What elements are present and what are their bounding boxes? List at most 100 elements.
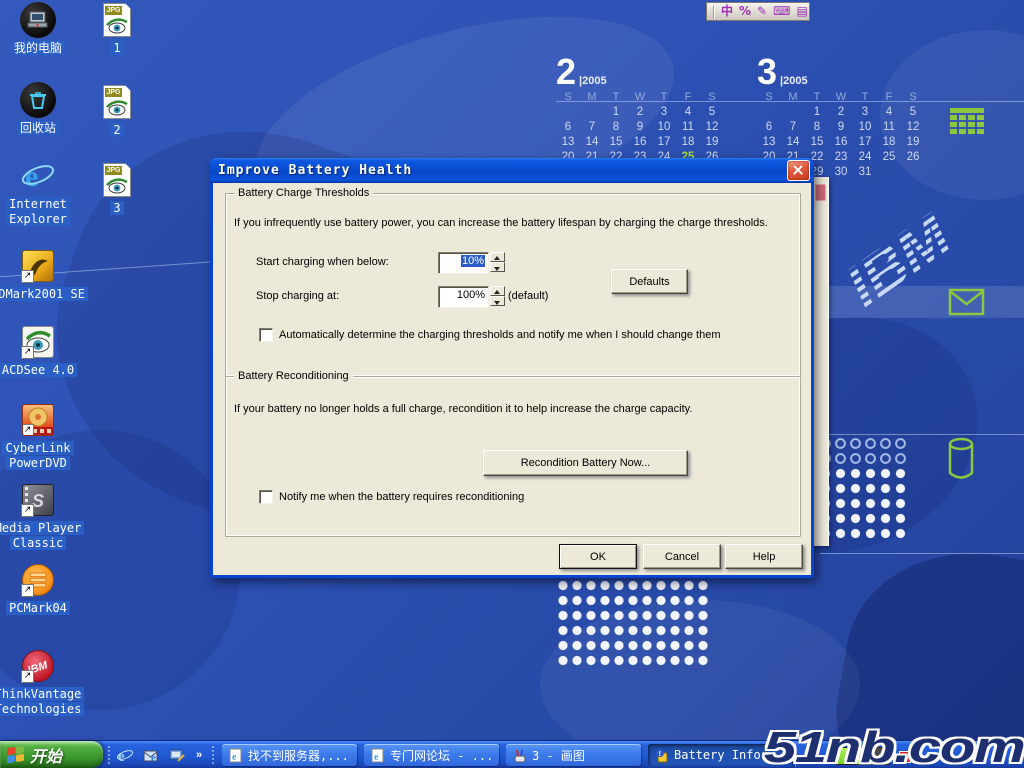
desktop-icon-jpg-2[interactable]: JPG 2 (67, 84, 167, 138)
quicklaunch-outlook-icon[interactable]: e (142, 746, 160, 764)
calendar-day: 5 (901, 106, 925, 121)
desktop-icon-jpg-3[interactable]: JPG 3 (67, 162, 167, 216)
auto-determine-checkbox-row: Automatically determine the charging thr… (259, 328, 720, 342)
calendar-day (580, 106, 604, 121)
quicklaunch-grip[interactable] (108, 746, 113, 764)
calendar-day: 12 (700, 121, 724, 136)
svg-text:e: e (151, 752, 156, 764)
battery-info-icon: ! (654, 748, 669, 763)
quicklaunch-show-desktop-icon[interactable] (168, 746, 186, 764)
calendar-weekday: M (580, 91, 604, 106)
calendar-day: 6 (556, 121, 580, 136)
tasks-grip[interactable] (212, 746, 217, 764)
stop-charging-label: Stop charging at: (256, 290, 339, 302)
calendar-day: 3 (652, 106, 676, 121)
quicklaunch-ie-icon[interactable]: e (116, 746, 134, 764)
calendar-day: 31 (853, 166, 877, 181)
defaults-button[interactable]: Defaults (611, 269, 688, 294)
calendar-day (781, 106, 805, 121)
taskbar-task-ie-forum[interactable]: e 专门网论坛 - ... (364, 744, 499, 766)
task-label: 3 - 画图 (532, 747, 585, 764)
start-spin-up-button[interactable] (490, 252, 505, 262)
wallpaper-line (820, 434, 1024, 435)
dialog-title: Improve Battery Health (218, 163, 787, 178)
desktop-icon-jpg-1[interactable]: JPG 1 (67, 2, 167, 56)
calendar-day: 7 (781, 121, 805, 136)
battery-cylinder-icon (947, 437, 979, 483)
background-window-button (815, 184, 826, 201)
chinese-input-icon[interactable]: 中 (721, 3, 733, 20)
input-mode-icon[interactable]: % (739, 3, 751, 20)
stop-threshold-value: 100% (457, 289, 485, 301)
internet-explorer-icon: e (20, 158, 56, 194)
envelope-icon (948, 288, 986, 316)
start-button[interactable]: 开始 (0, 741, 103, 768)
calendar-day: 4 (877, 106, 901, 121)
calendar-day: 25 (877, 151, 901, 166)
recondition-battery-now-button[interactable]: Recondition Battery Now... (483, 450, 688, 476)
taskbar-task-ie-server[interactable]: e 找不到服务器,... (222, 744, 357, 766)
wallpaper-line (820, 553, 1024, 554)
taskbar-task-battery-information[interactable]: ! Battery Infor... (648, 744, 783, 766)
desktop-icon-media-player-classic[interactable]: S ↗ Media Player Classic (0, 482, 88, 551)
recondition-group-description: If your battery no longer holds a full c… (234, 403, 794, 415)
start-label: 开始 (30, 743, 62, 767)
help-button[interactable]: Help (725, 544, 803, 569)
calendar-day: 16 (829, 136, 853, 151)
calendar-day: 15 (604, 136, 628, 151)
language-bar[interactable]: 中 % ✎ ⌨ ▤ (706, 2, 810, 21)
ok-button[interactable]: OK (559, 544, 637, 569)
desktop-icon-thinkvantage[interactable]: IBM ↗ ThinkVantage Technologies (0, 648, 88, 717)
calendar-day (901, 166, 925, 181)
task-label: 专门网论坛 - ... (390, 747, 493, 764)
calendar-day: 13 (757, 136, 781, 151)
calendar-day (556, 106, 580, 121)
stop-threshold-spinner: 100% (438, 286, 505, 306)
calendar-day: 14 (781, 136, 805, 151)
cancel-button[interactable]: Cancel (643, 544, 721, 569)
calendar-year: |2005 (579, 75, 607, 87)
desktop-icon-pcmark04[interactable]: ↗ PCMark04 (0, 562, 88, 616)
stop-spin-up-button[interactable] (490, 286, 505, 296)
language-bar-grip[interactable] (713, 6, 715, 18)
pcmark04-icon: ↗ (22, 564, 54, 596)
start-threshold-input[interactable]: 10% (438, 252, 489, 274)
quicklaunch-overflow-chevron[interactable]: » (192, 746, 206, 764)
battery-charge-thresholds-group: Battery Charge Thresholds If you infrequ… (225, 193, 801, 377)
calendar-weekday: F (676, 91, 700, 106)
dialog-titlebar[interactable]: Improve Battery Health (210, 158, 814, 183)
calendar-day: 1 (805, 106, 829, 121)
auto-determine-checkbox[interactable] (259, 328, 273, 342)
auto-determine-label: Automatically determine the charging thr… (279, 329, 720, 341)
calendar-day: 8 (805, 121, 829, 136)
improve-battery-health-dialog: Improve Battery Health Battery Charge Th… (210, 158, 814, 578)
notify-recondition-label: Notify me when the battery requires reco… (279, 491, 524, 503)
keyboard-icon[interactable]: ⌨ (773, 3, 790, 20)
calendar-year: |2005 (780, 75, 808, 87)
ie-page-icon: e (228, 748, 243, 763)
calendar-weekday: F (877, 91, 901, 106)
menu-icon[interactable]: ▤ (796, 3, 807, 20)
pen-icon[interactable]: ✎ (757, 3, 767, 20)
calendar-day: 13 (556, 136, 580, 151)
shortcut-arrow-icon: ↗ (21, 584, 34, 597)
desktop-icon-3dmark2001[interactable]: ↗ 3DMark2001 SE (0, 248, 88, 302)
start-charging-label: Start charging when below: (256, 256, 389, 268)
calendar-day: 19 (901, 136, 925, 151)
calendar-day: 16 (628, 136, 652, 151)
desktop-icon-acdsee[interactable]: ↗ ACDSee 4.0 (0, 324, 88, 378)
notify-recondition-checkbox[interactable] (259, 490, 273, 504)
3dmark2001-icon: ↗ (22, 250, 54, 282)
calendar-day: 17 (652, 136, 676, 151)
svg-text:e: e (25, 160, 38, 193)
stop-spin-down-button[interactable] (490, 296, 505, 306)
notify-recondition-checkbox-row: Notify me when the battery requires reco… (259, 490, 524, 504)
taskbar-task-paint[interactable]: 3 - 画图 (506, 744, 641, 766)
stop-threshold-input[interactable]: 100% (438, 286, 489, 308)
desktop-icon-powerdvd[interactable]: ↗ CyberLink PowerDVD (0, 402, 88, 471)
close-button[interactable] (787, 160, 810, 181)
start-spin-down-button[interactable] (490, 262, 505, 272)
shortcut-arrow-icon: ↗ (21, 270, 34, 283)
calendar-weekday: W (829, 91, 853, 106)
my-computer-icon (20, 2, 56, 38)
